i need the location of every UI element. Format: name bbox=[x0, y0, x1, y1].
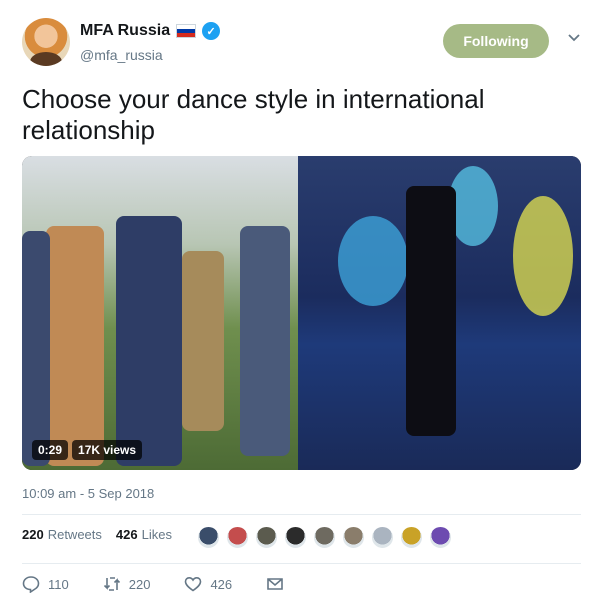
liker-avatar[interactable] bbox=[399, 525, 424, 550]
figure-dancer-right bbox=[406, 186, 456, 436]
tweet-text: Choose your dance style in international… bbox=[22, 84, 485, 145]
liker-avatar[interactable] bbox=[428, 525, 453, 550]
direct-message-button[interactable] bbox=[266, 575, 284, 593]
video-right-scene bbox=[298, 156, 581, 470]
liker-avatar[interactable] bbox=[341, 525, 366, 550]
like-count: 426 bbox=[210, 576, 233, 592]
avatar[interactable] bbox=[22, 18, 70, 66]
reply-count: 110 bbox=[48, 576, 69, 592]
video-badge: 0:29 17K views bbox=[32, 440, 143, 460]
liker-avatars bbox=[196, 525, 453, 550]
like-button[interactable]: 426 bbox=[184, 575, 232, 593]
name-row: MFA Russia ✓ bbox=[80, 22, 221, 40]
video-left-scene bbox=[22, 156, 298, 470]
liker-avatar[interactable] bbox=[283, 525, 308, 550]
russia-flag-icon bbox=[176, 24, 197, 38]
figure-man-suit bbox=[240, 226, 290, 456]
reply-button[interactable]: 110 bbox=[22, 575, 69, 593]
retweets-count[interactable]: 220 bbox=[22, 527, 44, 542]
retweets-label[interactable]: Retweets bbox=[48, 527, 102, 542]
envelope-icon bbox=[267, 578, 283, 590]
retweet-icon bbox=[103, 577, 120, 591]
divider bbox=[22, 563, 581, 564]
figure-woman bbox=[182, 251, 224, 431]
figure-dancer-left bbox=[116, 216, 182, 466]
figure-scout bbox=[46, 226, 104, 466]
following-button[interactable]: Following bbox=[443, 24, 549, 58]
video-views: 17K views bbox=[72, 440, 143, 460]
display-name[interactable]: MFA Russia bbox=[80, 22, 170, 40]
verified-badge-icon: ✓ bbox=[202, 22, 221, 40]
chevron-down-icon[interactable] bbox=[567, 30, 581, 44]
tweet-header: MFA Russia ✓ @mfa_russia Following bbox=[22, 18, 587, 70]
stage-light bbox=[338, 216, 408, 306]
retweet-button[interactable]: 220 bbox=[103, 575, 151, 593]
figure-guard bbox=[22, 231, 50, 466]
liker-avatar[interactable] bbox=[225, 525, 250, 550]
likes-label[interactable]: Likes bbox=[142, 527, 172, 542]
tweet-timestamp[interactable]: 10:09 am - 5 Sep 2018 bbox=[22, 486, 154, 501]
liker-avatar[interactable] bbox=[254, 525, 279, 550]
liker-avatar[interactable] bbox=[312, 525, 337, 550]
likes-count[interactable]: 426 bbox=[116, 527, 138, 542]
engagement-stats: 220 Retweets 426 Likes bbox=[22, 527, 186, 542]
stage-light bbox=[513, 196, 573, 316]
reply-icon bbox=[22, 576, 40, 593]
tweet-actions: 110 220 426 bbox=[22, 575, 318, 593]
video-duration: 0:29 bbox=[32, 440, 69, 460]
handle[interactable]: @mfa_russia bbox=[80, 47, 163, 63]
liker-avatar[interactable] bbox=[196, 525, 221, 550]
heart-icon bbox=[185, 576, 202, 592]
retweet-count: 220 bbox=[128, 576, 151, 592]
divider bbox=[22, 514, 581, 515]
liker-avatar[interactable] bbox=[370, 525, 395, 550]
video-player[interactable]: 0:29 17K views bbox=[22, 156, 581, 470]
